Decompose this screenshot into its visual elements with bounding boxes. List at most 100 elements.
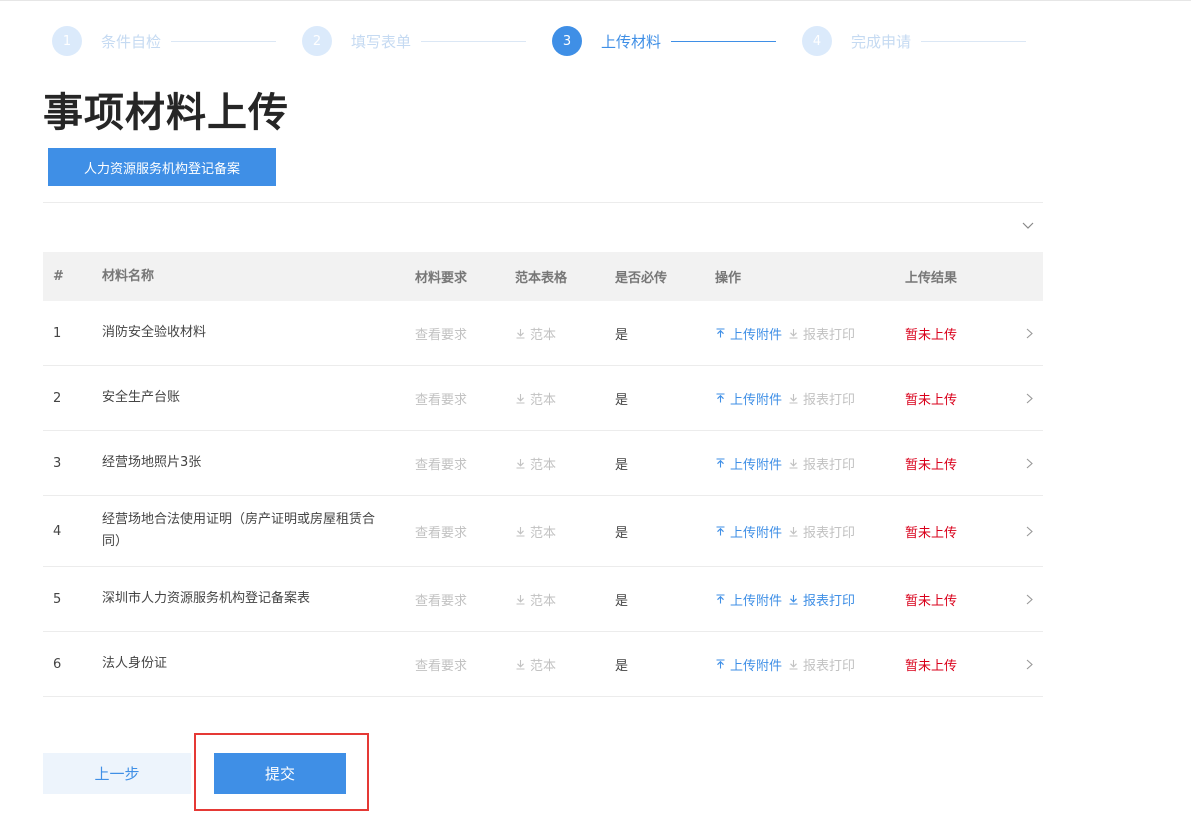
header-result: 上传结果 <box>905 271 958 286</box>
view-requirement-link[interactable]: 查看要求 <box>415 655 515 674</box>
header-requirement: 材料要求 <box>415 271 468 286</box>
material-name: 消防安全验收材料 <box>102 325 207 340</box>
upload-attachment-button[interactable]: 上传附件 <box>715 454 782 473</box>
upload-attachment-button[interactable]: 上传附件 <box>715 522 782 541</box>
chevron-right-icon[interactable] <box>1015 659 1043 670</box>
row-number: 3 <box>53 455 62 471</box>
material-name: 经营场地合法使用证明（房产证明或房屋租赁合同） <box>102 512 376 549</box>
template-label: 范本 <box>530 457 557 473</box>
upload-label: 上传附件 <box>730 392 783 408</box>
step-4: 4 完成申请 <box>802 26 1027 56</box>
upload-label: 上传附件 <box>730 658 783 674</box>
download-icon <box>515 328 526 339</box>
template-download-link[interactable]: 范本 <box>515 655 615 674</box>
print-report-button[interactable]: 报表打印 <box>788 454 855 473</box>
template-label: 范本 <box>530 327 557 343</box>
template-download-link[interactable]: 范本 <box>515 389 615 408</box>
template-label: 范本 <box>530 658 557 674</box>
chevron-right-icon[interactable] <box>1015 393 1043 404</box>
upload-status: 暂未上传 <box>905 457 958 473</box>
upload-label: 上传附件 <box>730 327 783 343</box>
template-download-link[interactable]: 范本 <box>515 522 615 541</box>
material-name: 深圳市人力资源服务机构登记备案表 <box>102 591 311 606</box>
step-3-connector <box>671 40 777 42</box>
download-icon <box>515 458 526 469</box>
print-label: 报表打印 <box>803 593 856 609</box>
step-2-connector <box>421 40 527 42</box>
upload-attachment-button[interactable]: 上传附件 <box>715 389 782 408</box>
view-requirement-link[interactable]: 查看要求 <box>415 522 515 541</box>
template-label: 范本 <box>530 593 557 609</box>
submit-button[interactable]: 提交 <box>214 753 346 794</box>
print-label: 报表打印 <box>803 525 856 541</box>
print-label: 报表打印 <box>803 457 856 473</box>
download-icon <box>788 393 799 404</box>
materials-table: # 材料名称 材料要求 范本表格 是否必传 操作 上传结果 1 消防安全验收材料查… <box>43 252 1043 697</box>
print-report-button[interactable]: 报表打印 <box>788 389 855 408</box>
print-label: 报表打印 <box>803 392 856 408</box>
view-requirement-link[interactable]: 查看要求 <box>415 389 515 408</box>
prev-step-button[interactable]: 上一步 <box>43 753 191 794</box>
chevron-right-icon[interactable] <box>1015 458 1043 469</box>
template-download-link[interactable]: 范本 <box>515 454 615 473</box>
step-4-label: 完成申请 <box>851 32 912 51</box>
print-label: 报表打印 <box>803 327 856 343</box>
print-report-button[interactable]: 报表打印 <box>788 522 855 541</box>
view-requirement-link[interactable]: 查看要求 <box>415 454 515 473</box>
row-operations: 上传附件 报表打印 <box>715 590 905 609</box>
table-header: # 材料名称 材料要求 范本表格 是否必传 操作 上传结果 <box>43 252 1043 301</box>
template-download-link[interactable]: 范本 <box>515 324 615 343</box>
template-download-link[interactable]: 范本 <box>515 590 615 609</box>
step-1-label: 条件自检 <box>101 32 162 51</box>
row-number: 2 <box>53 390 62 406</box>
chevron-right-icon[interactable] <box>1015 328 1043 339</box>
upload-icon <box>715 392 726 404</box>
upload-status: 暂未上传 <box>905 525 958 541</box>
upload-label: 上传附件 <box>730 457 783 473</box>
row-number: 5 <box>53 591 62 607</box>
table-row: 6 法人身份证 查看要求 范本 是 上传附件 报表打印 暂未上传 <box>43 632 1043 697</box>
item-tag-button[interactable]: 人力资源服务机构登记备案 <box>48 148 276 186</box>
print-report-button[interactable]: 报表打印 <box>788 590 855 609</box>
chevron-right-icon[interactable] <box>1015 526 1043 537</box>
table-row: 3 经营场地照片3张 查看要求 范本 是 上传附件 报表打印 暂未上传 <box>43 431 1043 496</box>
page-title: 事项材料上传 <box>43 90 289 136</box>
header-template: 范本表格 <box>515 271 568 286</box>
chevron-down-icon[interactable] <box>1020 218 1036 234</box>
upload-label: 上传附件 <box>730 525 783 541</box>
template-label: 范本 <box>530 392 557 408</box>
download-icon <box>788 458 799 469</box>
view-requirement-link[interactable]: 查看要求 <box>415 590 515 609</box>
required-flag: 是 <box>615 327 629 343</box>
step-2-number: 2 <box>302 26 332 56</box>
step-2-label: 填写表单 <box>351 32 412 51</box>
required-flag: 是 <box>615 593 629 609</box>
section-divider <box>43 202 1043 203</box>
upload-status: 暂未上传 <box>905 658 958 674</box>
upload-icon <box>715 525 726 537</box>
upload-status: 暂未上传 <box>905 593 958 609</box>
header-name: 材料名称 <box>102 268 155 284</box>
required-flag: 是 <box>615 392 629 408</box>
upload-attachment-button[interactable]: 上传附件 <box>715 324 782 343</box>
required-flag: 是 <box>615 658 629 674</box>
upload-icon <box>715 457 726 469</box>
print-report-button[interactable]: 报表打印 <box>788 655 855 674</box>
step-progress: 1 条件自检 2 填写表单 3 上传材料 4 完成申请 <box>0 0 1191 80</box>
upload-icon <box>715 593 726 605</box>
print-report-button[interactable]: 报表打印 <box>788 324 855 343</box>
table-row: 5 深圳市人力资源服务机构登记备案表 查看要求 范本 是 上传附件 报表打印 暂未上传 <box>43 567 1043 632</box>
material-name: 法人身份证 <box>102 656 168 671</box>
step-3-label: 上传材料 <box>601 32 662 51</box>
material-name: 经营场地照片3张 <box>102 455 202 470</box>
header-required: 是否必传 <box>615 271 668 286</box>
view-requirement-link[interactable]: 查看要求 <box>415 324 515 343</box>
upload-attachment-button[interactable]: 上传附件 <box>715 655 782 674</box>
download-icon <box>788 594 799 605</box>
upload-status: 暂未上传 <box>905 327 958 343</box>
step-1-connector <box>171 40 277 42</box>
row-number: 4 <box>53 523 62 539</box>
upload-attachment-button[interactable]: 上传附件 <box>715 590 782 609</box>
chevron-right-icon[interactable] <box>1015 594 1043 605</box>
download-icon <box>515 526 526 537</box>
